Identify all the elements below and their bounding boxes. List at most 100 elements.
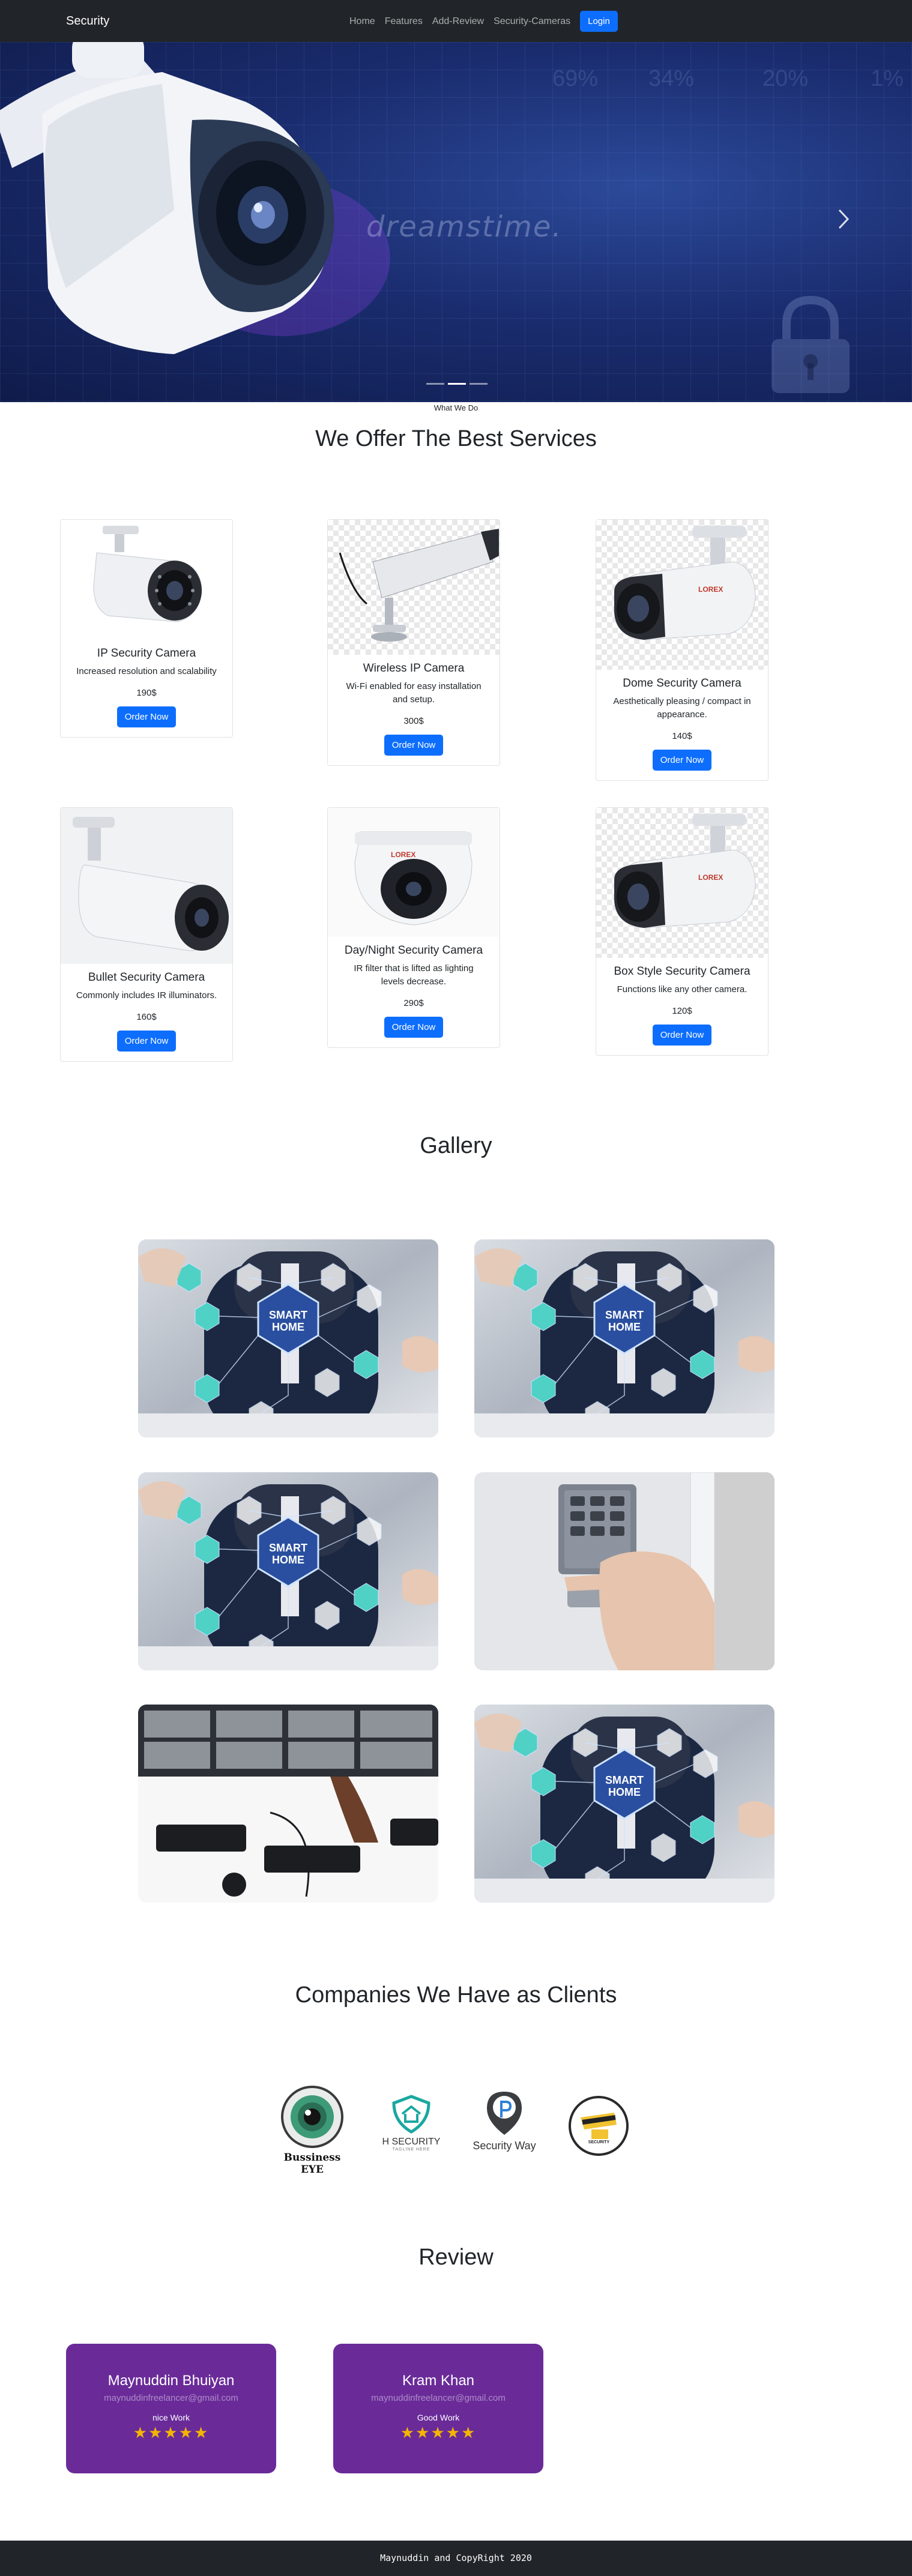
camera-badge-logo-icon <box>569 2096 629 2156</box>
client-logo-text: H SECURITY <box>382 2137 441 2147</box>
client-logo-bussiness-eye: Bussiness EYE <box>279 2086 345 2176</box>
reviewer-name: Kram Khan <box>402 2373 475 2389</box>
service-price: 300$ <box>403 716 424 726</box>
nav-links: Home Features Add-Review Security-Camera… <box>349 11 618 32</box>
carousel-indicator-2[interactable] <box>448 383 466 385</box>
star-rating-icon: ★★★★★ <box>133 2424 210 2442</box>
reviews-title: Review <box>418 2245 494 2270</box>
service-description: Increased resolution and scalability <box>76 666 217 676</box>
review-card: Kram Khan maynuddinfreelancer@gmail.com … <box>333 2344 543 2473</box>
client-logo-h-security: H SECURITY TAGLINE HERE <box>372 2095 450 2161</box>
hero-percent: 69% <box>552 66 599 91</box>
day-night-dome-camera-icon: LOREX <box>354 831 473 925</box>
review-text: nice Work <box>153 2413 190 2422</box>
carousel-next-icon[interactable] <box>835 204 853 234</box>
dome-camera-icon: LOREX <box>614 526 756 640</box>
order-now-button[interactable]: Order Now <box>652 750 712 771</box>
services-title: We Offer The Best Services <box>315 426 597 451</box>
service-image <box>328 520 500 655</box>
order-now-button[interactable]: Order Now <box>384 1017 444 1038</box>
service-card: LOREX Box Style Security Camera Function… <box>596 807 769 1056</box>
service-image: LOREX <box>596 808 768 958</box>
client-logo-text: SECURITY <box>588 2140 610 2144</box>
service-name: Box Style Security Camera <box>614 965 750 978</box>
gallery-image-control-room[interactable] <box>138 1705 438 1903</box>
nav-link-security-cameras[interactable]: Security-Cameras <box>494 14 570 29</box>
nav-link-home[interactable]: Home <box>349 14 375 29</box>
client-logo-text: Bussiness EYE <box>283 2152 341 2176</box>
service-name: Bullet Security Camera <box>88 971 205 984</box>
hero-percent: 20% <box>763 66 809 91</box>
brand-logo[interactable]: Security <box>66 14 109 28</box>
service-price: 120$ <box>672 1006 692 1016</box>
service-description: Wi-Fi enabled for easy installation and … <box>346 681 482 705</box>
service-price: 290$ <box>403 998 424 1008</box>
p-pin-logo-icon <box>487 2092 522 2135</box>
login-button[interactable]: Login <box>580 11 618 32</box>
bullet-camera-icon <box>73 817 229 951</box>
service-card: LOREX Day/Night Security Camera IR filte… <box>327 807 500 1048</box>
carousel-indicator-3[interactable] <box>470 383 488 385</box>
service-name: IP Security Camera <box>97 647 196 660</box>
gallery-image-smart-home[interactable] <box>474 1705 775 1903</box>
carousel-indicator-1[interactable] <box>426 383 444 385</box>
carousel-indicators <box>424 383 489 385</box>
service-description: Functions like any other camera. <box>617 984 747 995</box>
eye-logo-icon <box>281 2086 343 2148</box>
client-logo-security-way: Security Way <box>471 2089 537 2164</box>
security-camera-image <box>0 42 390 354</box>
reviewer-name: Maynuddin Bhuiyan <box>107 2373 235 2389</box>
service-price: 160$ <box>136 1012 157 1022</box>
service-card: LOREX Dome Security Camera Aesthetically… <box>596 519 769 781</box>
service-image: LOREX <box>328 808 500 937</box>
gallery-title: Gallery <box>420 1133 492 1158</box>
hero-percent: 1% <box>871 66 904 91</box>
gallery-image-smart-home[interactable] <box>138 1239 438 1437</box>
star-rating-icon: ★★★★★ <box>400 2424 477 2442</box>
reviewer-email: maynuddinfreelancer@gmail.com <box>104 2393 238 2403</box>
order-now-button[interactable]: Order Now <box>116 706 177 727</box>
service-name: Dome Security Camera <box>623 677 741 690</box>
order-now-button[interactable]: Order Now <box>652 1025 712 1046</box>
client-logo-security-badge: SECURITY <box>567 2095 630 2158</box>
service-name: Wireless IP Camera <box>363 662 465 675</box>
service-card: Wireless IP Camera Wi-Fi enabled for eas… <box>327 519 500 766</box>
gallery-image-keypad-lock[interactable] <box>474 1472 775 1670</box>
footer-copyright: Maynuddin and CopyRight 2020 <box>0 2541 912 2576</box>
service-price: 140$ <box>672 731 692 741</box>
svg-text:LOREX: LOREX <box>698 873 723 882</box>
service-description: Commonly includes IR illuminators. <box>76 990 217 1001</box>
service-name: Day/Night Security Camera <box>344 944 483 957</box>
service-description: Aesthetically pleasing / compact in appe… <box>613 696 751 720</box>
client-logo-text: Security Way <box>473 2140 536 2152</box>
service-card: Bullet Security Camera Commonly includes… <box>60 807 233 1062</box>
padlock-icon <box>772 295 850 393</box>
client-logo-tagline: TAGLINE HERE <box>392 2147 430 2152</box>
review-text: Good Work <box>417 2413 460 2422</box>
gallery-image-smart-home[interactable] <box>138 1472 438 1670</box>
box-style-camera-icon: LOREX <box>614 814 756 928</box>
top-navbar: Security Home Features Add-Review Securi… <box>0 0 912 42</box>
order-now-button[interactable]: Order Now <box>384 735 444 756</box>
shield-logo-icon <box>392 2095 430 2134</box>
clients-title: Companies We Have as Clients <box>295 1982 617 2008</box>
hero-percent: 34% <box>648 66 695 91</box>
service-description: IR filter that is lifted as lighting lev… <box>354 963 474 987</box>
gallery-image-smart-home[interactable] <box>474 1239 775 1437</box>
hero-watermark: dreamstime. <box>366 210 563 244</box>
services-eyebrow: What We Do <box>433 403 479 412</box>
service-image <box>61 808 232 964</box>
service-price: 190$ <box>136 688 157 698</box>
nav-link-add-review[interactable]: Add-Review <box>432 14 484 29</box>
service-image <box>61 520 232 640</box>
service-card: IP Security Camera Increased resolution … <box>60 519 233 738</box>
svg-text:LOREX: LOREX <box>698 585 723 594</box>
ip-camera-icon <box>93 526 202 622</box>
reviewer-email: maynuddinfreelancer@gmail.com <box>371 2393 506 2403</box>
review-card: Maynuddin Bhuiyan maynuddinfreelancer@gm… <box>66 2344 276 2473</box>
hero-carousel: 69% 34% 20% 1% dreamstime. <box>0 42 912 402</box>
wireless-camera-icon <box>339 529 499 642</box>
svg-text:LOREX: LOREX <box>391 850 415 859</box>
order-now-button[interactable]: Order Now <box>116 1031 177 1052</box>
nav-link-features[interactable]: Features <box>385 14 423 29</box>
